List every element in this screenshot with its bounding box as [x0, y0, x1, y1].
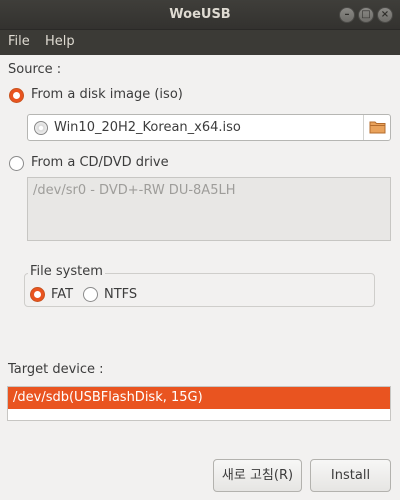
iso-file-chooser[interactable]: Win10_20H2_Korean_x64.iso: [27, 114, 391, 141]
fat-radio[interactable]: [30, 287, 45, 302]
ntfs-radio[interactable]: [83, 287, 98, 302]
drive-item: /dev/sr0 - DVD+-RW DU-8A5LH: [33, 183, 236, 198]
minimize-icon[interactable]: –: [339, 7, 355, 23]
title-bar: WoeUSB – □ ×: [0, 0, 400, 30]
target-device-item[interactable]: /dev/sdb(USBFlashDisk, 15G): [8, 387, 390, 409]
iso-file-name: Win10_20H2_Korean_x64.iso: [54, 120, 241, 135]
field-separator: [363, 115, 364, 140]
menu-help[interactable]: Help: [45, 34, 75, 49]
install-button[interactable]: Install: [310, 459, 391, 492]
filesystem-label: File system: [28, 264, 105, 279]
target-device-list[interactable]: /dev/sdb(USBFlashDisk, 15G): [7, 386, 391, 421]
refresh-button[interactable]: 새로 고침(R): [213, 459, 302, 492]
folder-icon[interactable]: [369, 120, 386, 134]
target-device-label: Target device :: [8, 362, 104, 377]
close-icon[interactable]: ×: [377, 7, 393, 23]
menu-bar: File Help: [0, 30, 400, 55]
disk-image-label[interactable]: From a disk image (iso): [31, 87, 183, 102]
drive-list: /dev/sr0 - DVD+-RW DU-8A5LH: [27, 177, 391, 241]
disk-image-radio[interactable]: [9, 88, 24, 103]
ntfs-label[interactable]: NTFS: [104, 287, 137, 302]
menu-file[interactable]: File: [8, 34, 30, 49]
cd-drive-label[interactable]: From a CD/DVD drive: [31, 155, 169, 170]
disc-icon: [34, 121, 48, 135]
source-label: Source :: [8, 62, 62, 77]
cd-drive-radio[interactable]: [9, 156, 24, 171]
fat-label[interactable]: FAT: [51, 287, 73, 302]
maximize-icon[interactable]: □: [358, 7, 374, 23]
